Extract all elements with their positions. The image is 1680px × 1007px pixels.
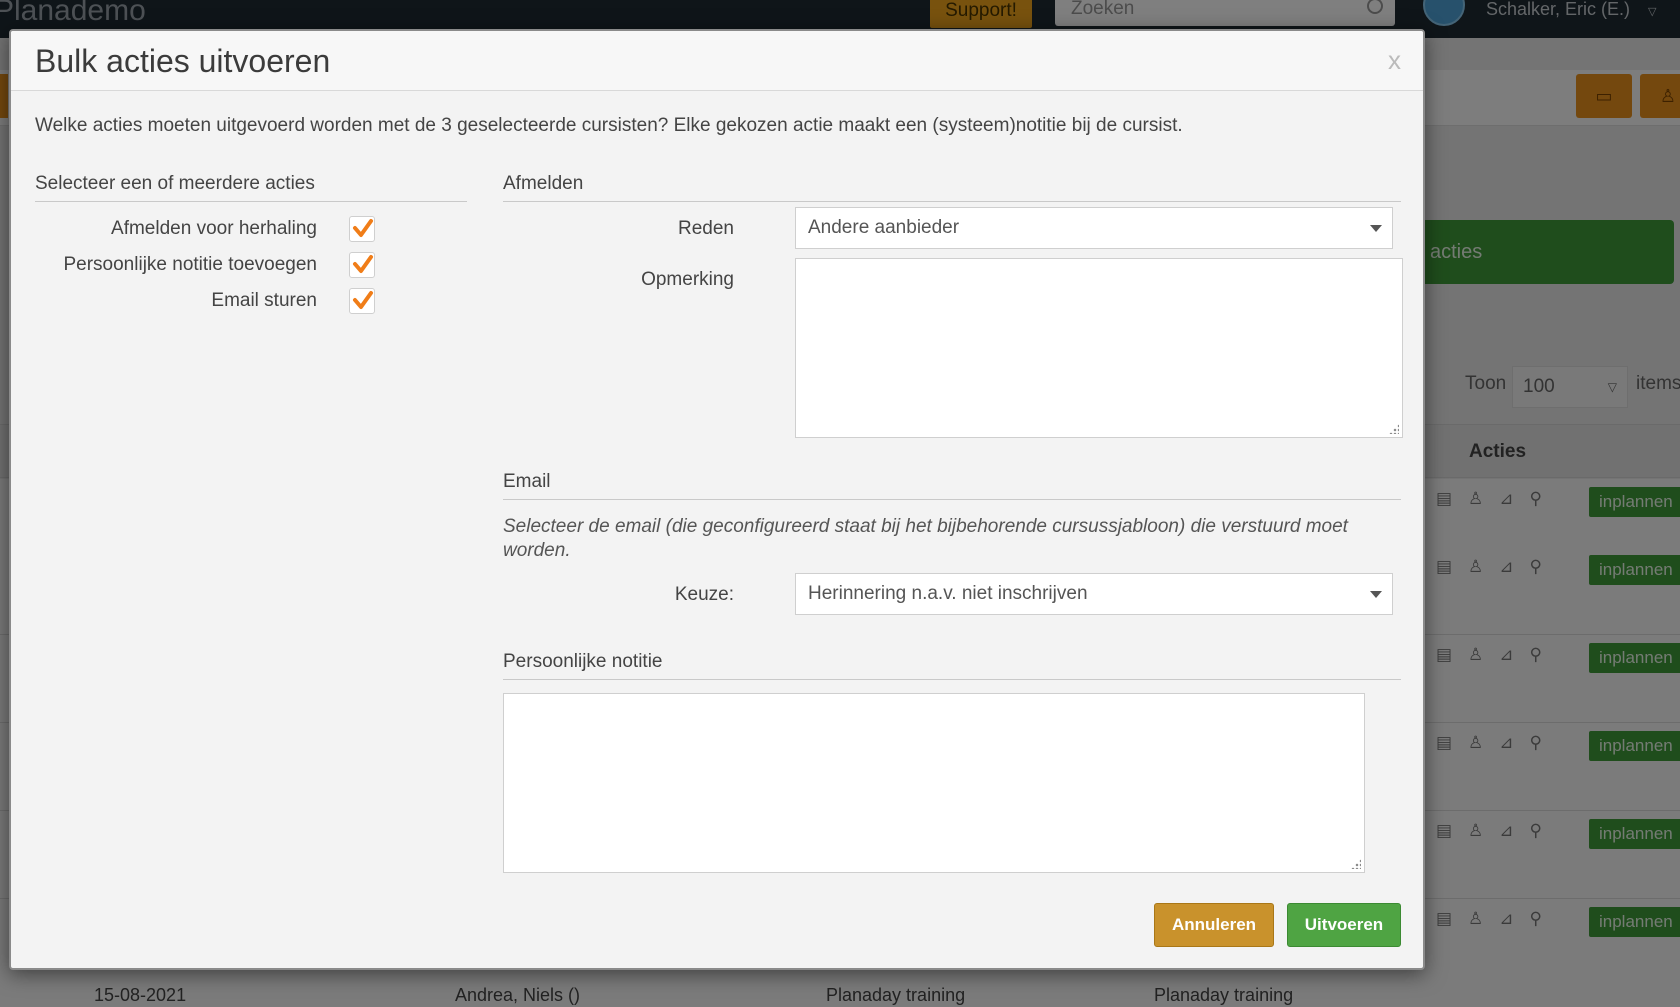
cancel-button[interactable]: Annuleren: [1154, 903, 1274, 947]
reden-label: Reden: [678, 218, 734, 239]
checkmark-icon: [353, 219, 373, 237]
action-label: Persoonlijke notitie toevoegen: [63, 254, 317, 275]
action-label: Email sturen: [211, 290, 317, 311]
afmelden-checkbox[interactable]: [349, 216, 375, 242]
opmerking-textarea[interactable]: [795, 258, 1403, 438]
caret-down-icon: [1370, 591, 1382, 598]
bulk-actions-modal: Bulk acties uitvoeren x Welke acties moe…: [9, 29, 1425, 970]
opmerking-label: Opmerking: [641, 269, 734, 290]
resize-handle-icon[interactable]: [1389, 424, 1399, 434]
caret-down-icon: [1370, 225, 1382, 232]
keuze-value: Herinnering n.a.v. niet inschrijven: [808, 583, 1088, 604]
notitie-textarea[interactable]: [503, 693, 1365, 873]
modal-header: Bulk acties uitvoeren x: [11, 31, 1423, 91]
modal-intro-text: Welke acties moeten uitgevoerd worden me…: [35, 115, 1183, 136]
email-description: Selecteer de email (die geconfigureerd s…: [503, 516, 1348, 561]
actions-section-title: Selecteer een of meerdere acties: [35, 173, 467, 202]
submit-button[interactable]: Uitvoeren: [1287, 903, 1401, 947]
action-label: Afmelden voor herhaling: [111, 218, 317, 239]
modal-title: Bulk acties uitvoeren: [35, 43, 331, 79]
close-icon[interactable]: x: [1388, 45, 1401, 76]
email-template-select[interactable]: Herinnering n.a.v. niet inschrijven: [795, 573, 1393, 615]
notitie-checkbox[interactable]: [349, 252, 375, 278]
email-checkbox[interactable]: [349, 288, 375, 314]
checkmark-icon: [353, 291, 373, 309]
action-option-afmelden[interactable]: Afmelden voor herhaling: [35, 216, 375, 246]
notitie-section-title: Persoonlijke notitie: [503, 651, 1401, 680]
reden-value: Andere aanbieder: [808, 217, 960, 238]
resize-handle-icon[interactable]: [1351, 859, 1361, 869]
checkmark-icon: [353, 255, 373, 273]
afmelden-section-title: Afmelden: [503, 173, 1401, 202]
action-option-email[interactable]: Email sturen: [35, 288, 375, 318]
keuze-label: Keuze:: [674, 584, 734, 605]
action-option-notitie[interactable]: Persoonlijke notitie toevoegen: [35, 252, 375, 282]
reden-select[interactable]: Andere aanbieder: [795, 207, 1393, 249]
email-section-title: Email: [503, 471, 1401, 500]
